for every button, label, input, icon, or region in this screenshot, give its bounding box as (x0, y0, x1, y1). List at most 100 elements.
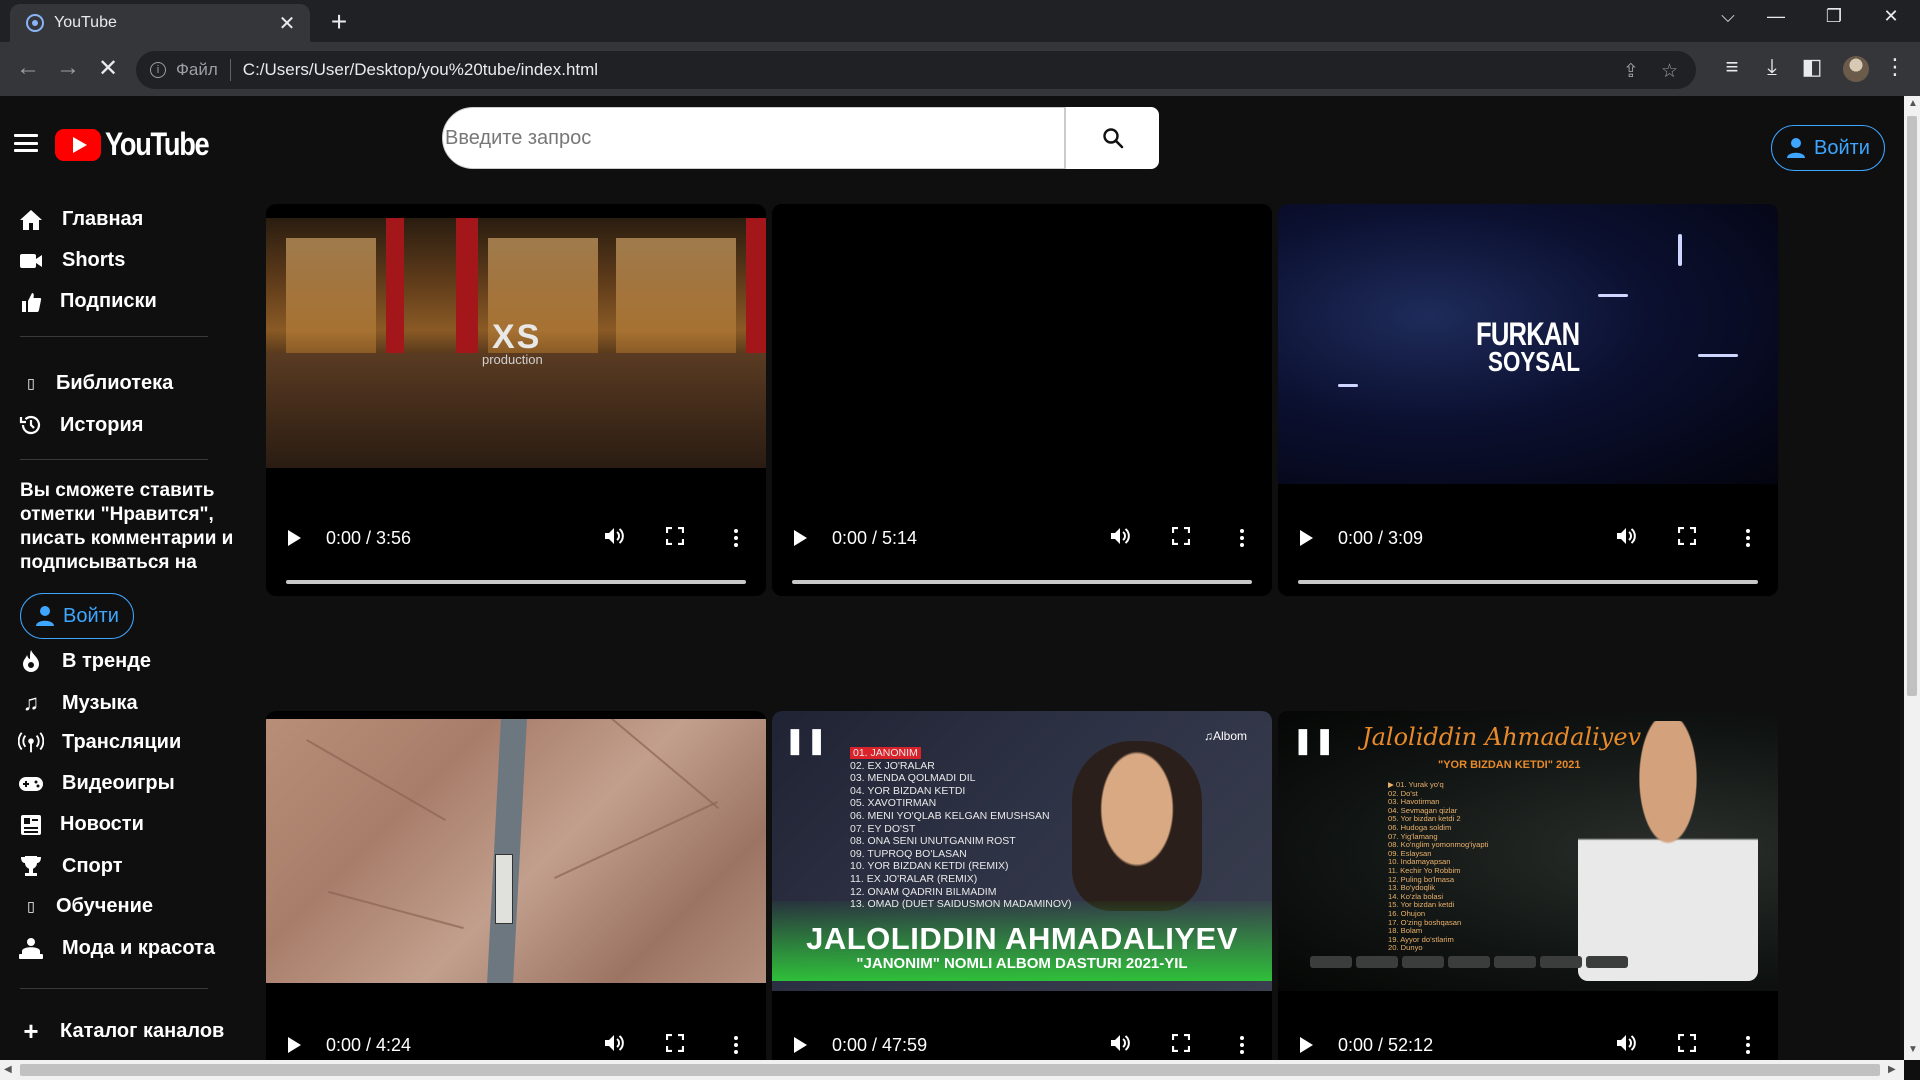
fullscreen-icon[interactable] (1677, 526, 1697, 550)
video-time: 0:00 / 5:14 (832, 527, 918, 548)
sidebar-item-history[interactable]: История (18, 413, 143, 437)
more-options-icon[interactable] (1746, 1036, 1750, 1054)
play-icon[interactable] (1300, 1037, 1313, 1053)
signin-button-sidebar[interactable]: Войти (20, 593, 134, 639)
info-icon[interactable]: i (150, 62, 166, 78)
fullscreen-icon[interactable] (665, 1033, 685, 1057)
fullscreen-icon[interactable] (1171, 1033, 1191, 1057)
fullscreen-icon[interactable] (665, 526, 685, 550)
search-icon (1102, 128, 1123, 149)
play-icon[interactable] (1300, 530, 1313, 546)
artist-portrait (1072, 741, 1202, 911)
close-window-button[interactable]: ✕ (1876, 6, 1906, 27)
scroll-down-arrow-icon[interactable]: ▼ (1908, 1044, 1918, 1055)
address-bar[interactable]: i Файл C:/Users/User/Desktop/you%20tube/… (136, 51, 1696, 89)
browser-tab[interactable]: YouTube ✕ (10, 4, 310, 42)
video-thumbnail[interactable] (772, 204, 1272, 484)
sidebar-item-live[interactable]: Трансляции (18, 731, 181, 754)
volume-icon[interactable] (1110, 1033, 1132, 1058)
restore-button[interactable]: ❐ (1819, 6, 1849, 27)
scrollbar-thumb[interactable] (1907, 116, 1917, 696)
video-card[interactable]: 0:00 / 4:24 (266, 711, 766, 1060)
video-progress-bar[interactable] (286, 580, 746, 584)
vertical-scrollbar[interactable]: ▲ ▼ (1904, 96, 1920, 1060)
download-icon[interactable]: ⤓ (1757, 54, 1787, 80)
video-progress-bar[interactable] (792, 580, 1252, 584)
sidebar-item-learning[interactable]: ▯ Обучение (18, 895, 153, 918)
bookmark-star-icon[interactable]: ☆ (1661, 60, 1678, 83)
video-card[interactable]: ❚❚ Jaloliddin Ahmadaliyev "YOR BIZDAN KE… (1278, 711, 1778, 1060)
youtube-logo[interactable]: YouTube (55, 126, 227, 163)
video-overlay-title: JALOLIDDIN AHMADALIYEV (806, 921, 1238, 956)
site-info-chip[interactable]: Файл (176, 59, 231, 81)
learning-icon: ▯ (27, 898, 35, 914)
forward-arrow-icon[interactable]: → (52, 54, 84, 82)
video-thumbnail[interactable] (266, 719, 766, 983)
fullscreen-icon[interactable] (1171, 526, 1191, 550)
volume-icon[interactable] (1616, 1033, 1638, 1058)
more-options-icon[interactable] (1746, 529, 1750, 547)
sidebar-item-home[interactable]: Главная (18, 208, 143, 231)
signin-button-header[interactable]: Войти (1771, 125, 1885, 171)
sidebar-item-library[interactable]: ▯ Библиотека (18, 372, 173, 395)
minimize-button[interactable]: — (1761, 6, 1791, 27)
video-card[interactable]: FURKAN SOYSAL 0:00 / 3:09 (1278, 204, 1778, 596)
browser-menu-icon[interactable]: ⋮ (1880, 54, 1910, 80)
search-input[interactable] (445, 126, 1064, 150)
channel-logo-icon: ❚❚ (1292, 725, 1336, 755)
video-thumbnail[interactable]: ❚❚ Jaloliddin Ahmadaliyev "YOR BIZDAN KE… (1278, 711, 1778, 991)
sidebar-item-shorts[interactable]: Shorts (18, 249, 125, 272)
video-thumbnail[interactable]: XS production (266, 218, 766, 468)
sidebar-item-music[interactable]: ♫ Музыка (18, 690, 138, 716)
scroll-up-arrow-icon[interactable]: ▲ (1908, 98, 1918, 109)
url-text[interactable]: C:/Users/User/Desktop/you%20tube/index.h… (243, 60, 598, 80)
fashion-icon (18, 936, 44, 960)
user-icon (36, 606, 55, 626)
volume-icon[interactable] (1110, 526, 1132, 551)
sidebar-item-news[interactable]: Новости (18, 813, 144, 836)
signin-label: Войти (1814, 136, 1870, 159)
tab-close-icon[interactable]: ✕ (276, 11, 298, 36)
tab-search-chevron-icon[interactable]: ⌵ (1713, 6, 1743, 27)
play-icon[interactable] (794, 530, 807, 546)
volume-icon[interactable] (1616, 526, 1638, 551)
share-icon[interactable]: ⇪ (1623, 60, 1639, 83)
sidebar-item-trending[interactable]: В тренде (18, 649, 151, 673)
play-icon[interactable] (288, 530, 301, 546)
video-card[interactable]: 0:00 / 5:14 (772, 204, 1272, 596)
fullscreen-icon[interactable] (1677, 1033, 1697, 1057)
play-icon[interactable] (794, 1037, 807, 1053)
media-queue-icon[interactable]: ≡ (1717, 54, 1747, 80)
scrollbar-thumb[interactable] (20, 1064, 1880, 1076)
video-progress-bar[interactable] (1298, 580, 1758, 584)
video-card[interactable]: ❚❚ ♫Albom 01. JANONIM 02. EX JO'RALAR 03… (772, 711, 1272, 1060)
sidebar-item-subscriptions[interactable]: Подписки (18, 290, 157, 313)
sidebar-item-fashion[interactable]: Мода и красота (18, 936, 215, 960)
play-icon[interactable] (288, 1037, 301, 1053)
stop-loading-icon[interactable]: ✕ (92, 54, 124, 83)
new-tab-button[interactable]: + (324, 6, 354, 38)
video-thumbnail[interactable]: ❚❚ ♫Albom 01. JANONIM 02. EX JO'RALAR 03… (772, 711, 1272, 991)
horizontal-scrollbar[interactable]: ◀ ▶ (0, 1060, 1904, 1080)
volume-icon[interactable] (604, 526, 626, 551)
side-panel-icon[interactable]: ◧ (1797, 54, 1827, 80)
more-options-icon[interactable] (1240, 529, 1244, 547)
tracklist-rest: 02. EX JO'RALAR 03. MENDA QOLMADI DIL 04… (850, 759, 1072, 911)
video-thumbnail[interactable]: FURKAN SOYSAL (1278, 204, 1778, 484)
sidebar-item-sports[interactable]: Спорт (18, 854, 123, 878)
volume-icon[interactable] (604, 1033, 626, 1058)
back-arrow-icon[interactable]: ← (12, 54, 44, 82)
more-options-icon[interactable] (734, 529, 738, 547)
scroll-right-arrow-icon[interactable]: ▶ (1888, 1064, 1896, 1075)
search-button[interactable] (1065, 107, 1159, 169)
scroll-left-arrow-icon[interactable]: ◀ (4, 1064, 12, 1075)
sidebar-item-label: Новости (60, 813, 144, 835)
menu-icon[interactable] (14, 134, 38, 152)
video-controls: 0:00 / 47:59 (772, 1003, 1272, 1060)
more-options-icon[interactable] (1240, 1036, 1244, 1054)
more-options-icon[interactable] (734, 1036, 738, 1054)
video-card[interactable]: XS production 0:00 / 3:56 (266, 204, 766, 596)
profile-avatar[interactable] (1843, 56, 1869, 82)
sidebar-item-catalog[interactable]: + Каталог каналов (18, 1016, 224, 1047)
sidebar-item-gaming[interactable]: Видеоигры (18, 772, 175, 795)
